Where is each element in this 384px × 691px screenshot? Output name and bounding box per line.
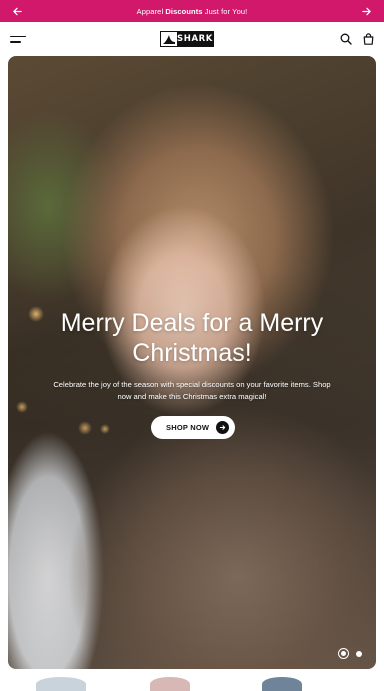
announcement-bar: Apparel Discounts Just for You! bbox=[0, 0, 384, 22]
arrow-right-icon bbox=[362, 7, 372, 15]
search-icon[interactable] bbox=[339, 32, 353, 46]
announcement-text[interactable]: Apparel Discounts Just for You! bbox=[137, 7, 248, 16]
shark-logo[interactable]: SHARK bbox=[160, 31, 214, 47]
collection-thumbnail[interactable] bbox=[150, 677, 190, 691]
slide-dot-2[interactable] bbox=[356, 650, 362, 657]
hero-subtitle: Celebrate the joy of the season with spe… bbox=[53, 380, 331, 401]
hamburger-menu-icon[interactable] bbox=[10, 32, 28, 46]
hero-title: Merry Deals for a Merry Christmas! bbox=[60, 309, 324, 367]
announcement-next-button[interactable] bbox=[360, 4, 374, 18]
site-header: SHARK bbox=[0, 22, 384, 56]
shopping-bag-icon[interactable] bbox=[361, 32, 375, 46]
arrow-left-icon bbox=[12, 7, 22, 15]
slide-dot-1[interactable] bbox=[338, 648, 349, 659]
slider-pagination bbox=[338, 648, 362, 659]
announcement-prev-button[interactable] bbox=[10, 4, 24, 18]
collection-thumbnail[interactable] bbox=[262, 677, 302, 691]
collection-thumbnail[interactable] bbox=[36, 677, 86, 691]
shark-fin-icon bbox=[161, 32, 178, 46]
hero-banner[interactable]: Merry Deals for a Merry Christmas! Celeb… bbox=[8, 56, 376, 669]
shop-now-label: SHOP NOW bbox=[166, 423, 210, 432]
arrow-right-icon bbox=[216, 421, 229, 434]
shop-now-button[interactable]: SHOP NOW bbox=[151, 416, 235, 439]
logo-text: SHARK bbox=[177, 32, 213, 46]
